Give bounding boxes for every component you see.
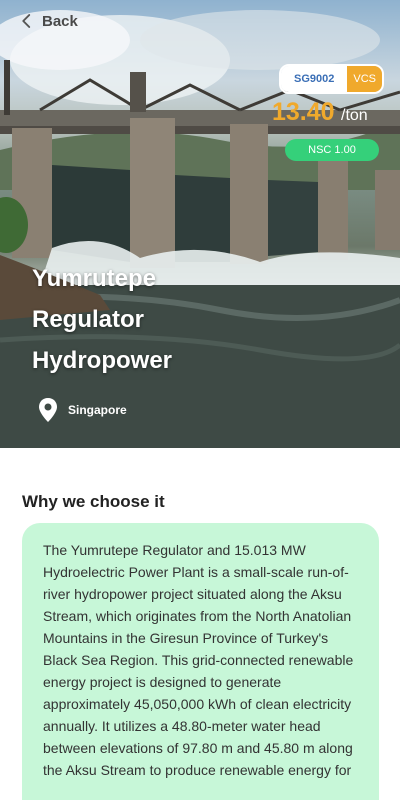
price: 13.40 /ton — [272, 98, 368, 127]
standard-tag: VCS — [347, 66, 382, 92]
back-label: Back — [42, 12, 78, 30]
price-value: 13.40 — [272, 98, 335, 126]
chevron-left-icon — [22, 14, 31, 28]
description-card: The Yumrutepe Regulator and 15.013 MW Hy… — [22, 523, 379, 800]
map-pin-icon — [39, 398, 57, 422]
nsc-badge: NSC 1.00 — [285, 139, 379, 161]
price-unit: /ton — [341, 107, 368, 124]
project-code: SG9002 — [281, 66, 348, 92]
project-title: Yumrutepe Regulator Hydropower — [32, 265, 173, 374]
back-button[interactable]: Back — [18, 12, 78, 30]
project-code-badge: SG9002 VCS — [279, 64, 384, 94]
section-title: Why we choose it — [22, 492, 165, 511]
hero-image: Back SG9002 VCS 13.40 /ton NSC 1.00 Yumr… — [0, 0, 400, 448]
location-label: Singapore — [68, 403, 127, 417]
location: Singapore — [38, 397, 127, 423]
description-text: The Yumrutepe Regulator and 15.013 MW Hy… — [43, 542, 354, 778]
